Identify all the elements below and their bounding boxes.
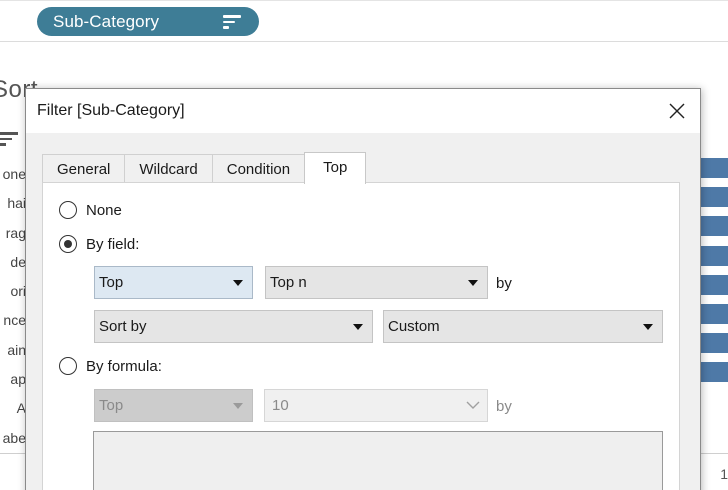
tab-general[interactable]: General (42, 154, 126, 184)
radio-label: None (86, 201, 122, 219)
row-label: rag (5, 224, 26, 241)
sort-icon (223, 15, 241, 29)
pill-label: Sub-Category (53, 11, 160, 31)
top-count-dropdown[interactable]: Top n (265, 266, 488, 299)
filter-dialog: Filter [Sub-Category] General Wildcard C… (25, 88, 701, 490)
dialog-title: Filter [Sub-Category] (37, 102, 185, 119)
bar[interactable] (698, 333, 728, 354)
dialog-titlebar: Filter [Sub-Category] (26, 89, 700, 133)
close-button[interactable] (654, 89, 700, 133)
bar[interactable] (698, 274, 728, 295)
row-label: ap (10, 371, 26, 388)
radio-circle (59, 201, 77, 219)
row-label: hai (7, 195, 26, 212)
top-direction-dropdown[interactable]: Top (94, 266, 253, 299)
bar[interactable] (698, 303, 728, 324)
bar[interactable] (698, 216, 728, 237)
sub-category-pill[interactable]: Sub-Category (37, 7, 259, 36)
bar[interactable] (698, 187, 728, 208)
tab-strip: General Wildcard Condition Top (42, 152, 367, 184)
radio-circle (59, 357, 77, 375)
row-label: ain (7, 341, 26, 358)
row-label: de (10, 253, 26, 270)
radio-label: By formula: (86, 357, 162, 375)
radio-none[interactable]: None (59, 201, 122, 219)
tab-wildcard[interactable]: Wildcard (124, 154, 213, 184)
chevron-down-icon (466, 401, 480, 409)
bar[interactable] (698, 158, 728, 178)
axis-tick: 1 (720, 466, 728, 482)
columns-shelf: Sub-Category (0, 0, 728, 42)
row-labels: one hai rag de ori nce ain ap A abe (0, 160, 26, 453)
chart-bars (698, 158, 728, 392)
formula-count-combobox: 10 (264, 389, 488, 422)
formula-direction-dropdown: Top (94, 389, 253, 422)
row-label: abe (2, 429, 26, 446)
radio-circle (59, 235, 77, 253)
radio-by-formula[interactable]: By formula: (59, 357, 162, 375)
tab-top[interactable]: Top (304, 152, 367, 184)
row-label: one (2, 166, 26, 182)
row-label: ori (10, 283, 26, 300)
tab-condition[interactable]: Condition (211, 154, 306, 184)
dropdown-arrow-icon (233, 403, 243, 409)
dropdown-arrow-icon (468, 280, 478, 286)
sort-field-dropdown[interactable]: Sort by (94, 310, 373, 343)
by-label: by (496, 398, 512, 415)
dropdown-arrow-icon (353, 324, 363, 330)
radio-by-field[interactable]: By field: (59, 235, 139, 253)
row-label: nce (3, 312, 26, 329)
sort-icon[interactable] (0, 132, 18, 146)
bar[interactable] (698, 245, 728, 266)
shelf-divider (0, 0, 728, 1)
dropdown-arrow-icon (643, 324, 653, 330)
formula-editor (93, 431, 663, 490)
radio-label: By field: (86, 235, 140, 253)
by-label: by (496, 275, 512, 292)
aggregation-dropdown[interactable]: Custom (383, 310, 663, 343)
close-icon (669, 103, 685, 119)
row-label: A (16, 400, 26, 417)
dropdown-arrow-icon (233, 280, 243, 286)
bar[interactable] (698, 362, 728, 383)
